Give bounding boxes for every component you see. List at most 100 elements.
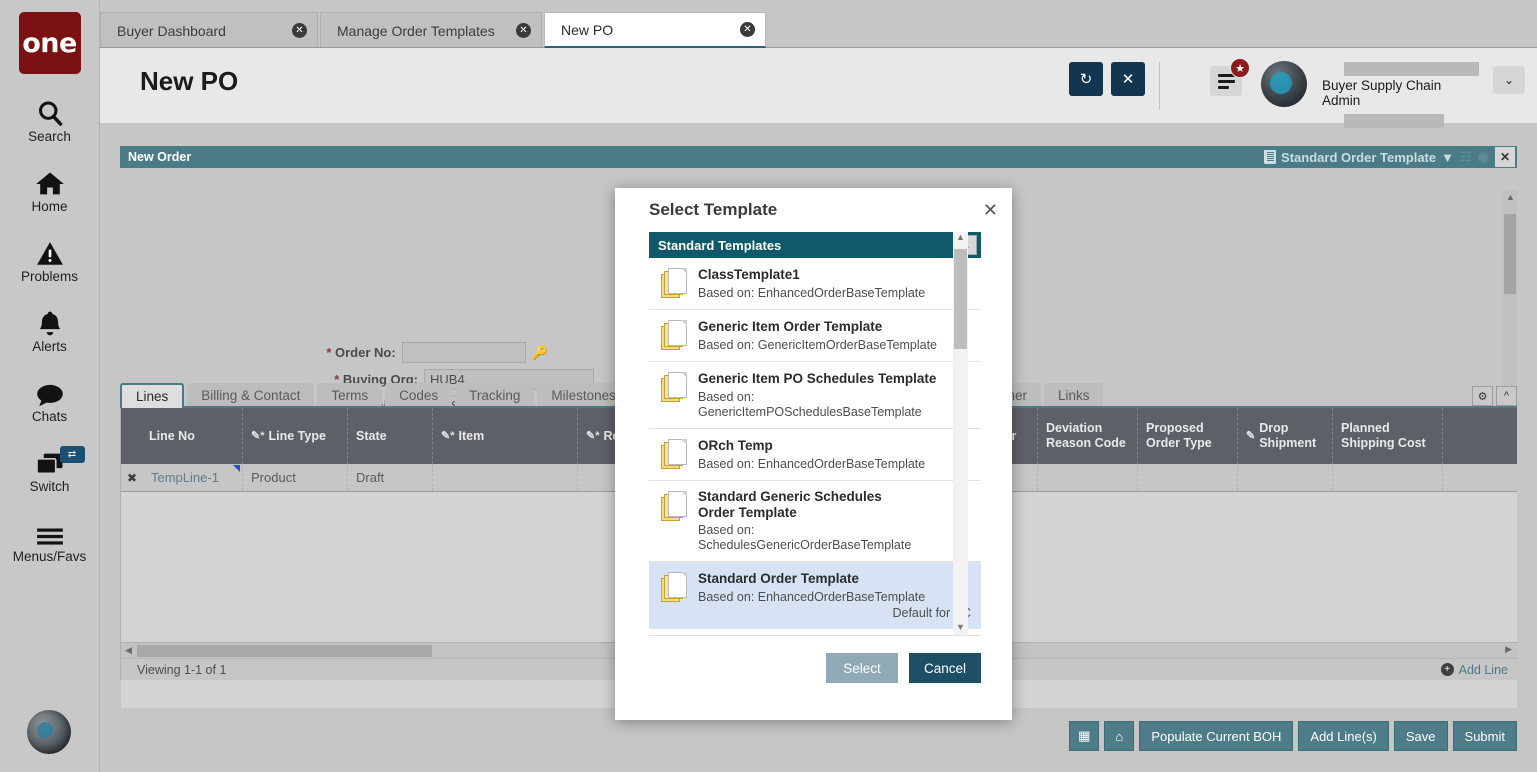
chevron-down-icon[interactable]: ▼ xyxy=(1441,150,1454,165)
user-menu-caret[interactable]: ⌄ xyxy=(1493,66,1525,94)
left-navigation-rail: one Search Home Problems Alerts xyxy=(0,0,100,772)
eye-icon[interactable]: ◉ xyxy=(1478,149,1489,165)
rail-label-alerts: Alerts xyxy=(32,339,67,354)
rail-item-alerts[interactable]: Alerts xyxy=(0,304,100,354)
cell-drop-shipment[interactable] xyxy=(1238,464,1333,491)
close-icon[interactable]: ✕ xyxy=(292,23,307,38)
search-icon xyxy=(36,94,64,127)
cell-item[interactable] xyxy=(433,464,578,491)
scroll-right-icon[interactable]: ▶ xyxy=(1505,644,1512,655)
tab-label: New PO xyxy=(561,22,613,38)
panel-vertical-scrollbar[interactable]: ▲ ▼ xyxy=(1503,190,1517,400)
panel-template-selector[interactable]: Standard Order Template ▼ xyxy=(1264,150,1454,165)
select-template-dialog: Select Template ✕ Standard Templates ▲ C… xyxy=(615,188,1012,720)
browser-tab-strip: Buyer Dashboard ✕ Manage Order Templates… xyxy=(100,12,1537,48)
edit-icon: ✎* xyxy=(586,429,600,444)
cancel-button[interactable]: Cancel xyxy=(909,653,981,683)
order-no-input[interactable] xyxy=(402,342,526,363)
panel-close-icon[interactable]: ✕ xyxy=(1495,147,1515,167)
dialog-footer: Select Cancel xyxy=(615,637,1012,717)
header-action-buttons: ↻ ✕ xyxy=(1069,62,1145,96)
tab-tracking[interactable]: Tracking xyxy=(455,383,534,408)
close-icon[interactable]: ✕ xyxy=(516,23,531,38)
scroll-left-icon[interactable]: ◀ xyxy=(125,645,132,656)
grid-settings-icon[interactable]: ⚙ xyxy=(1472,386,1493,406)
switch-badge[interactable]: ⇄ xyxy=(60,446,85,463)
edit-icon: ✎* xyxy=(441,429,455,444)
tab-manage-order-templates[interactable]: Manage Order Templates ✕ xyxy=(320,12,542,48)
scrollbar-thumb[interactable] xyxy=(1504,214,1516,294)
rail-avatar[interactable] xyxy=(27,710,71,754)
collapse-icon[interactable]: ^ xyxy=(1496,386,1517,406)
hierarchy-icon[interactable]: ☷ xyxy=(1460,149,1472,165)
list-item[interactable]: ClassTemplate1 Based on: EnhancedOrderBa… xyxy=(649,258,981,310)
home-icon xyxy=(35,164,65,197)
list-item[interactable]: Generic Item Order Template Based on: Ge… xyxy=(649,310,981,362)
cell-line-type[interactable]: Product xyxy=(243,464,348,491)
populate-current-boh-button[interactable]: Populate Current BOH xyxy=(1139,721,1293,751)
page-header: New PO ↻ ✕ ★ Buyer Supply Chain Admin ⌄ xyxy=(100,48,1537,123)
avatar[interactable] xyxy=(1261,61,1307,107)
add-line-label: Add Line xyxy=(1459,663,1508,677)
rail-item-menus-favs[interactable]: Menus/Favs xyxy=(0,514,100,564)
list-item[interactable]: Generic Item PO Schedules Template Based… xyxy=(649,362,981,429)
tab-terms[interactable]: Terms xyxy=(317,383,382,408)
scrollbar-thumb[interactable] xyxy=(137,645,432,657)
rail-item-search[interactable]: Search xyxy=(0,94,100,144)
add-line-link[interactable]: + Add Line xyxy=(1441,663,1508,677)
plus-icon: + xyxy=(1441,663,1454,676)
template-name: Standard Generic Schedules Order Templat… xyxy=(698,489,913,521)
select-button[interactable]: Select xyxy=(826,653,898,683)
tab-codes[interactable]: Codes xyxy=(385,383,452,408)
rail-item-chats[interactable]: Chats xyxy=(0,374,100,424)
rail-label-switch: Switch xyxy=(30,479,70,494)
username-label: Buyer Supply Chain Admin xyxy=(1322,76,1482,110)
template-name: ORch Temp xyxy=(698,438,773,453)
detail-tab-tools: ⚙ ^ xyxy=(1472,386,1517,408)
windows-stack-icon: ⇄ xyxy=(35,444,65,477)
list-item[interactable]: Standard PO Schedules Template Based on:… xyxy=(649,629,981,636)
scroll-down-icon[interactable]: ▼ xyxy=(953,622,968,636)
rail-item-home[interactable]: Home xyxy=(0,164,100,214)
group-label: Standard Templates xyxy=(658,238,781,253)
refresh-button[interactable]: ↻ xyxy=(1069,62,1103,96)
template-name: ClassTemplate1 xyxy=(698,267,800,282)
close-icon[interactable]: ✕ xyxy=(983,201,998,219)
tab-buyer-dashboard[interactable]: Buyer Dashboard ✕ xyxy=(100,12,318,48)
warning-triangle-icon xyxy=(36,234,64,267)
calculator-icon-button[interactable]: ▦ xyxy=(1069,721,1099,751)
document-stack-icon xyxy=(661,268,688,298)
list-item-selected[interactable]: Standard Order Template Based on: Enhanc… xyxy=(649,562,981,629)
scroll-up-icon[interactable]: ▲ xyxy=(1506,192,1515,202)
tab-billing-contact[interactable]: Billing & Contact xyxy=(187,383,314,408)
key-icon[interactable]: 🔑 xyxy=(532,345,548,361)
column-header-deviation-reason-code: Deviation Reason Code xyxy=(1038,408,1138,464)
row-remove-icon[interactable]: ✖ xyxy=(121,464,143,491)
save-button[interactable]: Save xyxy=(1394,721,1448,751)
cell-state: Draft xyxy=(348,464,433,491)
close-page-button[interactable]: ✕ xyxy=(1111,62,1145,96)
viewing-count: Viewing 1-1 of 1 xyxy=(121,663,226,677)
template-based-on: Based on: GenericItemPOSchedulesBaseTemp… xyxy=(698,390,971,420)
tab-new-po[interactable]: New PO ✕ xyxy=(544,12,766,48)
panel-header: New Order Standard Order Template ▼ ☷ ◉ … xyxy=(120,146,1517,168)
scroll-up-icon[interactable]: ▲ xyxy=(953,232,968,246)
scrollbar-thumb[interactable] xyxy=(954,249,967,349)
warehouse-icon-button[interactable]: ⌂ xyxy=(1104,721,1134,751)
tab-lines[interactable]: Lines xyxy=(120,383,184,408)
cell-deviation-reason-code xyxy=(1038,464,1138,491)
rail-label-problems: Problems xyxy=(21,269,78,284)
rail-item-switch[interactable]: ⇄ Switch xyxy=(0,444,100,494)
cell-line-no[interactable]: TempLine-1 xyxy=(143,464,243,491)
rail-item-problems[interactable]: Problems xyxy=(0,234,100,284)
add-lines-button[interactable]: Add Line(s) xyxy=(1298,721,1388,751)
app-logo[interactable]: one xyxy=(19,12,81,74)
close-icon[interactable]: ✕ xyxy=(740,22,755,37)
list-item[interactable]: Standard Generic Schedules Order Templat… xyxy=(649,481,981,562)
list-item[interactable]: ORch Temp Based on: EnhancedOrderBaseTem… xyxy=(649,429,981,481)
submit-button[interactable]: Submit xyxy=(1453,721,1517,751)
dialog-scrollbar[interactable]: ▲ ▼ xyxy=(953,232,968,636)
tab-links[interactable]: Links xyxy=(1044,383,1104,408)
column-header-drop-shipment: ✎Drop Shipment xyxy=(1238,408,1333,464)
rail-label-search: Search xyxy=(28,129,71,144)
